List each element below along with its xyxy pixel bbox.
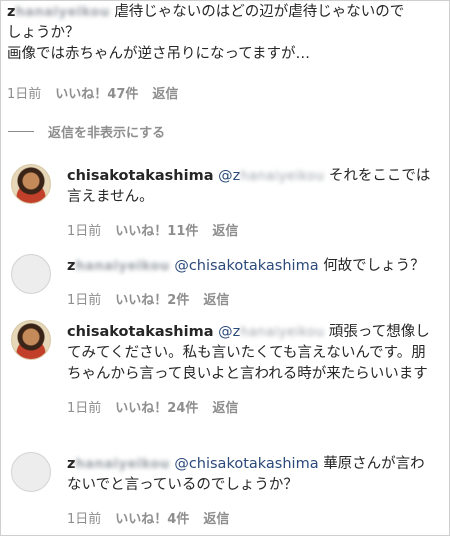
hide-replies-label[interactable]: 返信を非表示にする (48, 122, 165, 141)
reply-time[interactable]: 1日前 (67, 508, 101, 527)
reply-time[interactable]: 1日前 (67, 289, 101, 308)
reply-text: chisakotakashima @zhanaiyeikou 頑張って想像してみ… (67, 322, 439, 385)
commenter-username[interactable]: zhanaiyeikou (7, 4, 110, 20)
avatar[interactable] (11, 320, 51, 360)
blurred-username: hanaiyeikou (15, 5, 110, 20)
comment-line-1: 虐待じゃないのはどの辺が虐待じゃないので (114, 4, 405, 20)
reply-likes[interactable]: いいね！4件 (115, 508, 189, 527)
blurred-username: hanaiyeikou (240, 169, 325, 184)
avatar[interactable] (11, 452, 51, 492)
reply-button[interactable]: 返信 (203, 508, 229, 527)
blurred-username: hanaiyeikou (75, 259, 170, 274)
mention-link[interactable]: @chisakotakashima (174, 258, 318, 274)
avatar[interactable] (11, 254, 51, 294)
mention-link[interactable]: @zhanaiyeikou (218, 168, 324, 184)
reply-username[interactable]: zhanaiyeikou (67, 456, 170, 472)
reply-username[interactable]: chisakotakashima (67, 168, 213, 184)
comment-time[interactable]: 1日前 (7, 83, 41, 102)
reply-time[interactable]: 1日前 (67, 397, 101, 416)
reply-message: 何故でしょう？ (323, 258, 425, 274)
reply-likes[interactable]: いいね！24件 (115, 397, 198, 416)
avatar[interactable] (11, 164, 51, 204)
blurred-username: hanaiyeikou (75, 457, 170, 472)
reply-text: zhanaiyeikou @chisakotakashima 何故でしょう？ (67, 256, 439, 277)
comment-meta: 1日前 いいね！47件 返信 (7, 83, 443, 102)
comment-line-2: しょうか？ (7, 25, 80, 41)
top-comment-text: zhanaiyeikou 虐待じゃないのはどの辺が虐待じゃないので しょうか？ … (7, 2, 443, 65)
divider-line (8, 131, 34, 132)
reply-button[interactable]: 返信 (152, 83, 178, 102)
reply-button[interactable]: 返信 (212, 397, 238, 416)
hide-replies-toggle[interactable]: 返信を非表示にする (8, 122, 165, 141)
reply-meta: 1日前 いいね！4件 返信 (67, 508, 439, 527)
reply-time[interactable]: 1日前 (67, 220, 101, 239)
reply-likes[interactable]: いいね！2件 (115, 289, 189, 308)
reply-username[interactable]: chisakotakashima (67, 324, 213, 340)
reply-username[interactable]: zhanaiyeikou (67, 258, 170, 274)
blurred-username: hanaiyeikou (240, 325, 325, 340)
comment-line-3: 画像では赤ちゃんが逆さ吊りになってますが… (7, 46, 311, 62)
reply-meta: 1日前 いいね！2件 返信 (67, 289, 439, 308)
reply-likes[interactable]: いいね！11件 (115, 220, 198, 239)
reply-text: chisakotakashima @zhanaiyeikou それをここでは言え… (67, 166, 439, 208)
mention-link[interactable]: @zhanaiyeikou (218, 324, 324, 340)
comment-likes[interactable]: いいね！47件 (55, 83, 138, 102)
reply-button[interactable]: 返信 (203, 289, 229, 308)
reply-meta: 1日前 いいね！24件 返信 (67, 397, 439, 416)
reply-meta: 1日前 いいね！11件 返信 (67, 220, 439, 239)
mention-link[interactable]: @chisakotakashima (174, 456, 318, 472)
top-comment: zhanaiyeikou 虐待じゃないのはどの辺が虐待じゃないので しょうか？ … (7, 2, 443, 102)
reply-text: zhanaiyeikou @chisakotakashima 華原さんが言わない… (67, 454, 439, 496)
reply-button[interactable]: 返信 (212, 220, 238, 239)
